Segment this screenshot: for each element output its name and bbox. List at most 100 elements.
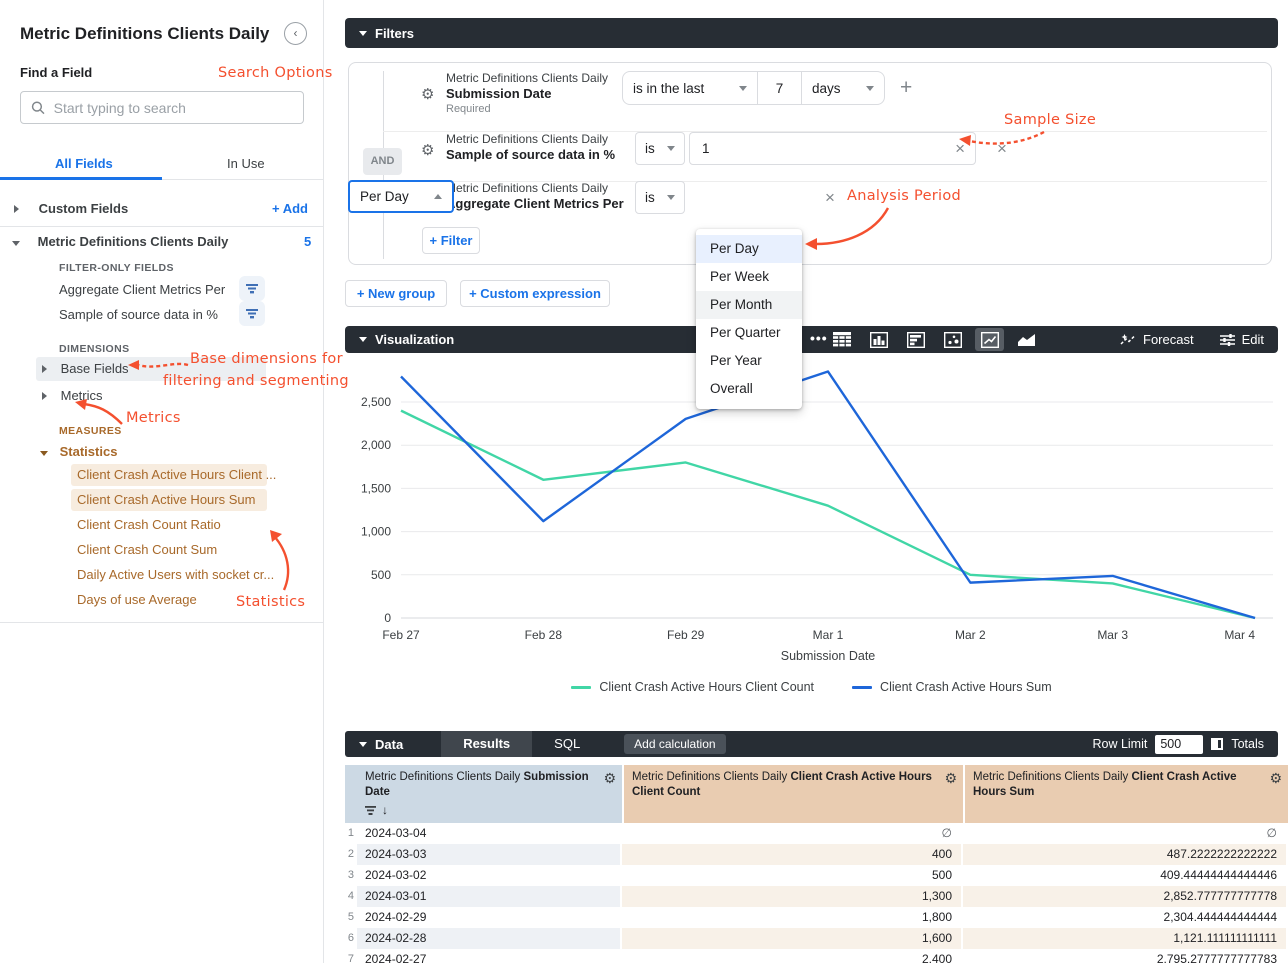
cell-sum[interactable]: 2,304.444444444444 <box>963 907 1288 928</box>
tab-results[interactable]: Results <box>441 731 532 757</box>
field-sample-of-source-data[interactable]: Sample of source data in % <box>59 307 218 322</box>
visualization-section-bar[interactable]: Visualization ••• F <box>345 326 1278 353</box>
add-calculation-button[interactable]: Add calculation <box>624 734 725 754</box>
measure-client-crash-active-hours-sum[interactable]: Client Crash Active Hours Sum <box>77 492 255 507</box>
cell-sum[interactable]: 2,795.2777777777783 <box>963 949 1288 963</box>
filter-unit-select[interactable]: days <box>801 72 884 104</box>
more-viz-types-icon[interactable]: ••• <box>810 330 828 346</box>
collapse-caret-icon[interactable] <box>12 241 20 246</box>
scatter-viz-icon[interactable] <box>938 328 967 351</box>
tab-all-fields[interactable]: All Fields <box>55 156 113 171</box>
forecast-button[interactable]: Forecast <box>1120 332 1194 347</box>
add-custom-field-button[interactable]: + Add <box>272 201 308 216</box>
cell-date[interactable]: 2024-03-02 <box>357 865 622 886</box>
area-chart-viz-icon[interactable] <box>1012 328 1041 351</box>
legend-item-sum[interactable]: Client Crash Active Hours Sum <box>852 680 1052 694</box>
table-row[interactable]: 3 2024-03-02 500 409.44444444444446 <box>345 865 1288 886</box>
measure-daily-active-users-socket[interactable]: Daily Active Users with socket cr... <box>77 567 274 582</box>
remove-filter-icon[interactable]: × <box>825 189 835 206</box>
cell-sum[interactable]: ∅ <box>963 823 1288 844</box>
section-collapse-caret-icon[interactable] <box>359 742 367 747</box>
menu-option-per-quarter[interactable]: Per Quarter <box>696 319 802 347</box>
measure-client-crash-active-hours-client-count[interactable]: Client Crash Active Hours Client ... <box>77 467 276 482</box>
tab-sql[interactable]: SQL <box>532 731 602 757</box>
column-header-client-count[interactable]: Metric Definitions Clients Daily Client … <box>622 765 963 823</box>
column-gear-icon[interactable]: ⚙ <box>603 772 616 786</box>
dimension-group-base-fields[interactable]: Base Fields <box>42 361 129 376</box>
filter-number-input[interactable]: 7 <box>757 72 801 104</box>
totals-checkbox[interactable] <box>1211 738 1223 750</box>
menu-option-per-year[interactable]: Per Year <box>696 347 802 375</box>
measure-client-crash-count-ratio[interactable]: Client Crash Count Ratio <box>77 517 221 532</box>
table-row[interactable]: 7 2024-02-27 2,400 2,795.2777777777783 <box>345 949 1288 963</box>
measure-days-of-use-average[interactable]: Days of use Average <box>77 592 197 607</box>
filter-value-input[interactable]: × <box>689 132 976 165</box>
table-row[interactable]: 6 2024-02-28 1,600 1,121.111111111111 <box>345 928 1288 949</box>
table-viz-icon[interactable] <box>827 328 856 351</box>
filter-button[interactable] <box>239 276 265 301</box>
collapse-caret-icon[interactable] <box>40 451 48 456</box>
new-group-button[interactable]: + New group <box>345 280 447 307</box>
menu-option-per-week[interactable]: Per Week <box>696 263 802 291</box>
field-search-box[interactable] <box>20 91 304 124</box>
table-row[interactable]: 4 2024-03-01 1,300 2,852.777777777778 <box>345 886 1288 907</box>
column-header-sum[interactable]: Metric Definitions Clients Daily Client … <box>963 765 1288 823</box>
section-collapse-caret-icon[interactable] <box>359 31 367 36</box>
data-section-bar[interactable]: Data Results SQL Add calculation Row Lim… <box>345 731 1278 757</box>
cell-count[interactable]: ∅ <box>622 823 963 844</box>
add-filter-value-icon[interactable]: + <box>900 76 912 100</box>
cell-date[interactable]: 2024-03-03 <box>357 844 622 865</box>
filter-operator-select[interactable]: is <box>635 132 685 165</box>
cell-count[interactable]: 1,300 <box>622 886 963 907</box>
cell-date[interactable]: 2024-02-29 <box>357 907 622 928</box>
table-row[interactable]: 1 2024-03-04 ∅ ∅ <box>345 823 1288 844</box>
measure-client-crash-count-sum[interactable]: Client Crash Count Sum <box>77 542 217 557</box>
cell-date[interactable]: 2024-02-28 <box>357 928 622 949</box>
filter-operator-select[interactable]: is <box>635 181 685 214</box>
filter-gear-icon[interactable]: ⚙ <box>421 143 434 158</box>
column-gear-icon[interactable]: ⚙ <box>1269 772 1282 786</box>
measure-group-statistics[interactable]: Statistics <box>40 444 117 459</box>
cell-count[interactable]: 1,600 <box>622 928 963 949</box>
cell-count[interactable]: 500 <box>622 865 963 886</box>
cell-sum[interactable]: 2,852.777777777778 <box>963 886 1288 907</box>
column-chart-viz-icon[interactable] <box>864 328 893 351</box>
legend-item-client-count[interactable]: Client Crash Active Hours Client Count <box>571 680 814 694</box>
cell-sum[interactable]: 409.44444444444446 <box>963 865 1288 886</box>
table-row[interactable]: 2 2024-03-03 400 487.2222222222222 <box>345 844 1288 865</box>
field-aggregate-client-metrics-per[interactable]: Aggregate Client Metrics Per <box>59 282 225 297</box>
filter-gear-icon[interactable]: ⚙ <box>421 87 434 102</box>
view-group-row[interactable]: Metric Definitions Clients Daily <box>12 234 228 249</box>
bar-chart-viz-icon[interactable] <box>901 328 930 351</box>
search-options-link[interactable]: Search Options <box>218 65 253 81</box>
filter-value-field[interactable] <box>690 141 955 156</box>
line-chart-viz-icon-selected[interactable] <box>975 328 1004 351</box>
expand-caret-icon[interactable] <box>42 365 47 373</box>
custom-expression-button[interactable]: + Custom expression <box>460 280 610 307</box>
tab-in-use[interactable]: In Use <box>227 156 265 171</box>
cell-date[interactable]: 2024-03-04 <box>357 823 622 844</box>
menu-option-per-day[interactable]: Per Day <box>696 235 802 263</box>
filter-operator-select[interactable]: is in the last <box>623 72 757 104</box>
and-operator-badge[interactable]: AND <box>363 148 402 175</box>
filter-button[interactable] <box>239 301 265 326</box>
cell-sum[interactable]: 487.2222222222222 <box>963 844 1288 865</box>
expand-caret-icon[interactable] <box>14 205 19 213</box>
cell-date[interactable]: 2024-02-27 <box>357 949 622 963</box>
dimension-group-metrics[interactable]: Metrics <box>42 388 103 403</box>
aggregate-period-select-open[interactable]: Per Day <box>348 180 454 213</box>
search-input[interactable] <box>54 100 293 116</box>
custom-fields-row[interactable]: Custom Fields <box>14 201 128 216</box>
cell-sum[interactable]: 1,121.111111111111 <box>963 928 1288 949</box>
menu-option-overall[interactable]: Overall <box>696 375 802 403</box>
section-collapse-caret-icon[interactable] <box>359 337 367 342</box>
sort-indicator[interactable]: ↓ <box>365 803 598 818</box>
column-gear-icon[interactable]: ⚙ <box>944 772 957 786</box>
remove-filter-icon[interactable]: × <box>997 140 1007 157</box>
add-filter-button[interactable]: + Filter <box>422 227 480 254</box>
column-header-submission-date[interactable]: Metric Definitions Clients Daily Submiss… <box>357 765 622 823</box>
row-limit-input[interactable] <box>1155 735 1203 754</box>
edit-viz-button[interactable]: Edit <box>1220 332 1264 347</box>
menu-option-per-month[interactable]: Per Month <box>696 291 802 319</box>
cell-date[interactable]: 2024-03-01 <box>357 886 622 907</box>
